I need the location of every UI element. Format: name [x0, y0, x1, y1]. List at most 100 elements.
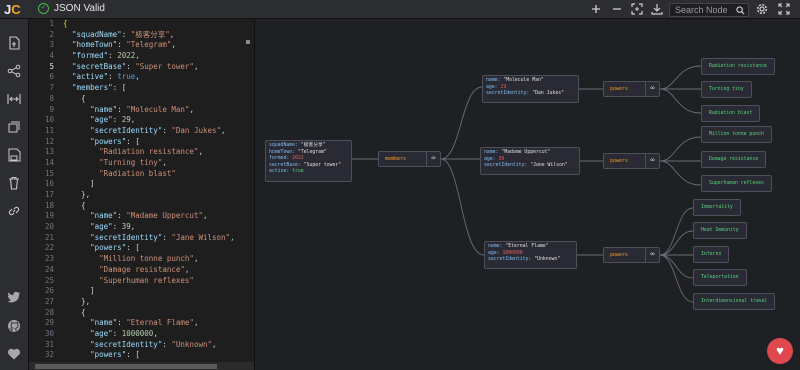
code-line[interactable]: "name": "Molecule Man",	[63, 105, 235, 116]
code-line[interactable]: "age": 1000000,	[63, 329, 235, 340]
power-leaf[interactable]: Interdimensional travel	[693, 293, 776, 310]
search-node-input[interactable]: Search Node	[669, 3, 749, 17]
member-node-eternal-flame[interactable]: name: "Eternal Flame" age: 1000000 secretI…	[484, 241, 577, 269]
power-leaf[interactable]: Million tonne punch	[701, 126, 772, 143]
code-line[interactable]: "secretBase": "Super tower",	[63, 62, 235, 73]
graph-canvas[interactable]: squadName: "极客分享" homeTown: "Telegram" for…	[256, 19, 800, 370]
download-icon[interactable]	[651, 3, 663, 15]
support-heart-button[interactable]: ♥	[767, 338, 793, 364]
root-object-node[interactable]: squadName: "极客分享" homeTown: "Telegram" for…	[265, 140, 352, 182]
edge	[659, 254, 694, 279]
code-line[interactable]: {	[63, 308, 235, 319]
power-leaf[interactable]: Radiation resistance	[701, 58, 775, 75]
code-line[interactable]: "Radiation resistance",	[63, 147, 235, 158]
edge	[659, 88, 702, 114]
power-leaf[interactable]: Teleportation	[693, 269, 747, 286]
search-icon[interactable]	[736, 6, 745, 15]
collapse-icon[interactable]	[7, 120, 21, 134]
fit-view-icon[interactable]	[631, 3, 643, 15]
horizontal-scrollbar[interactable]	[29, 362, 254, 370]
edge	[659, 65, 702, 90]
code-line[interactable]: ]	[63, 179, 235, 190]
settings-icon[interactable]	[756, 3, 768, 15]
line-number: 15	[44, 168, 54, 178]
power-leaf[interactable]: Superhuman reflexes	[701, 175, 772, 192]
code-line[interactable]: "powers": [	[63, 350, 235, 361]
members-node[interactable]: members ∞	[378, 151, 441, 167]
power-leaf[interactable]: Radiation blast	[701, 105, 761, 122]
member-node-madame-uppercut[interactable]: name: "Madame Uppercut" age: 39 secretIden…	[480, 147, 580, 175]
expand-icon[interactable]: ∞	[426, 152, 440, 166]
code-line[interactable]: "age": 29,	[63, 115, 235, 126]
line-number: 29	[44, 318, 54, 328]
code-line[interactable]: "squadName": "极客分享",	[63, 30, 235, 41]
line-number: 12	[44, 136, 54, 146]
expand-icon[interactable]: ∞	[645, 82, 659, 96]
zoom-in-icon[interactable]	[590, 3, 602, 15]
node-field: secretIdentity: "Jane Wilson"	[484, 163, 568, 169]
node-field: name: "Molecule Man"	[486, 78, 544, 83]
twitter-icon[interactable]	[7, 290, 21, 304]
line-number: 8	[49, 93, 54, 103]
power-leaf[interactable]: Inferno	[693, 246, 730, 263]
code-line[interactable]: "age": 39,	[63, 222, 235, 233]
power-leaf[interactable]: Damage resistance	[701, 151, 767, 168]
graph-share-icon[interactable]	[7, 64, 21, 78]
code-line[interactable]: "Million tonne punch",	[63, 254, 235, 265]
json-editor[interactable]: 1 2 3 4 5 6 7 8 9 10 11 12 13 14 15 16 17 18 19 20 21 22 23 24 2…	[29, 19, 255, 370]
code-line[interactable]: "powers": [	[63, 243, 235, 254]
delete-icon[interactable]	[7, 176, 21, 190]
code-line[interactable]: "Damage resistance",	[63, 265, 235, 276]
code-area[interactable]: { "squadName": "极客分享", "homeTown": "Tele…	[63, 19, 235, 361]
status-text: JSON Valid	[54, 3, 105, 14]
expand-icon[interactable]: ∞	[645, 248, 659, 262]
code-line[interactable]: "powers": [	[63, 137, 235, 148]
code-line[interactable]: "Radiation blast"	[63, 169, 235, 180]
code-line[interactable]: "secretIdentity": "Unknown",	[63, 340, 235, 351]
node-field: secretIdentity: "Unknown"	[488, 257, 561, 263]
node-field: name: "Madame Uppercut"	[484, 150, 551, 155]
line-number: 9	[49, 104, 54, 114]
zoom-out-icon[interactable]	[611, 3, 623, 15]
github-icon[interactable]	[7, 319, 21, 333]
power-leaf[interactable]: Immortality	[693, 199, 741, 216]
expand-horizontal-icon[interactable]	[7, 92, 21, 106]
code-line[interactable]: {	[63, 94, 235, 105]
code-line[interactable]: "homeTown": "Telegram",	[63, 40, 235, 51]
edge	[659, 160, 702, 186]
code-line[interactable]: {	[63, 201, 235, 212]
link-icon[interactable]	[7, 204, 21, 218]
code-line[interactable]: "secretIdentity": "Jane Wilson",	[63, 233, 235, 244]
code-line[interactable]: ]	[63, 286, 235, 297]
import-file-icon[interactable]	[7, 36, 21, 50]
powers-node[interactable]: powers ∞	[603, 153, 660, 169]
app-logo[interactable]: JC	[4, 2, 21, 17]
powers-node[interactable]: powers ∞	[603, 247, 660, 263]
line-number: 14	[44, 157, 54, 167]
code-line[interactable]: "formed": 2022,	[63, 51, 235, 62]
json-valid-status: ✓ JSON Valid	[38, 3, 105, 14]
power-leaf[interactable]: Turning tiny	[701, 81, 752, 98]
code-line[interactable]: "name": "Madame Uppercut",	[63, 211, 235, 222]
code-line[interactable]: "Turning tiny",	[63, 158, 235, 169]
expand-icon[interactable]: ∞	[645, 154, 659, 168]
code-line[interactable]: "members": [	[63, 83, 235, 94]
code-line[interactable]: },	[63, 190, 235, 201]
code-line[interactable]: "active": true,	[63, 72, 235, 83]
code-line[interactable]: "name": "Eternal Flame",	[63, 318, 235, 329]
code-line[interactable]: },	[63, 297, 235, 308]
edge	[659, 230, 694, 256]
line-number: 32	[44, 350, 54, 360]
fullscreen-icon[interactable]	[778, 3, 790, 15]
heart-icon[interactable]	[7, 347, 21, 361]
scrollbar-thumb[interactable]	[35, 364, 217, 369]
edge	[440, 86, 483, 160]
power-leaf[interactable]: Heat Immunity	[693, 222, 747, 239]
line-number: 6	[49, 72, 54, 82]
code-line[interactable]: {	[63, 19, 235, 30]
code-line[interactable]: "Superhuman reflexes"	[63, 276, 235, 287]
powers-node[interactable]: powers ∞	[603, 81, 660, 97]
member-node-molecule-man[interactable]: name: "Molecule Man" age: 29 secretIdentit…	[482, 75, 579, 103]
code-line[interactable]: "secretIdentity": "Dan Jukes",	[63, 126, 235, 137]
save-icon[interactable]	[7, 148, 21, 162]
